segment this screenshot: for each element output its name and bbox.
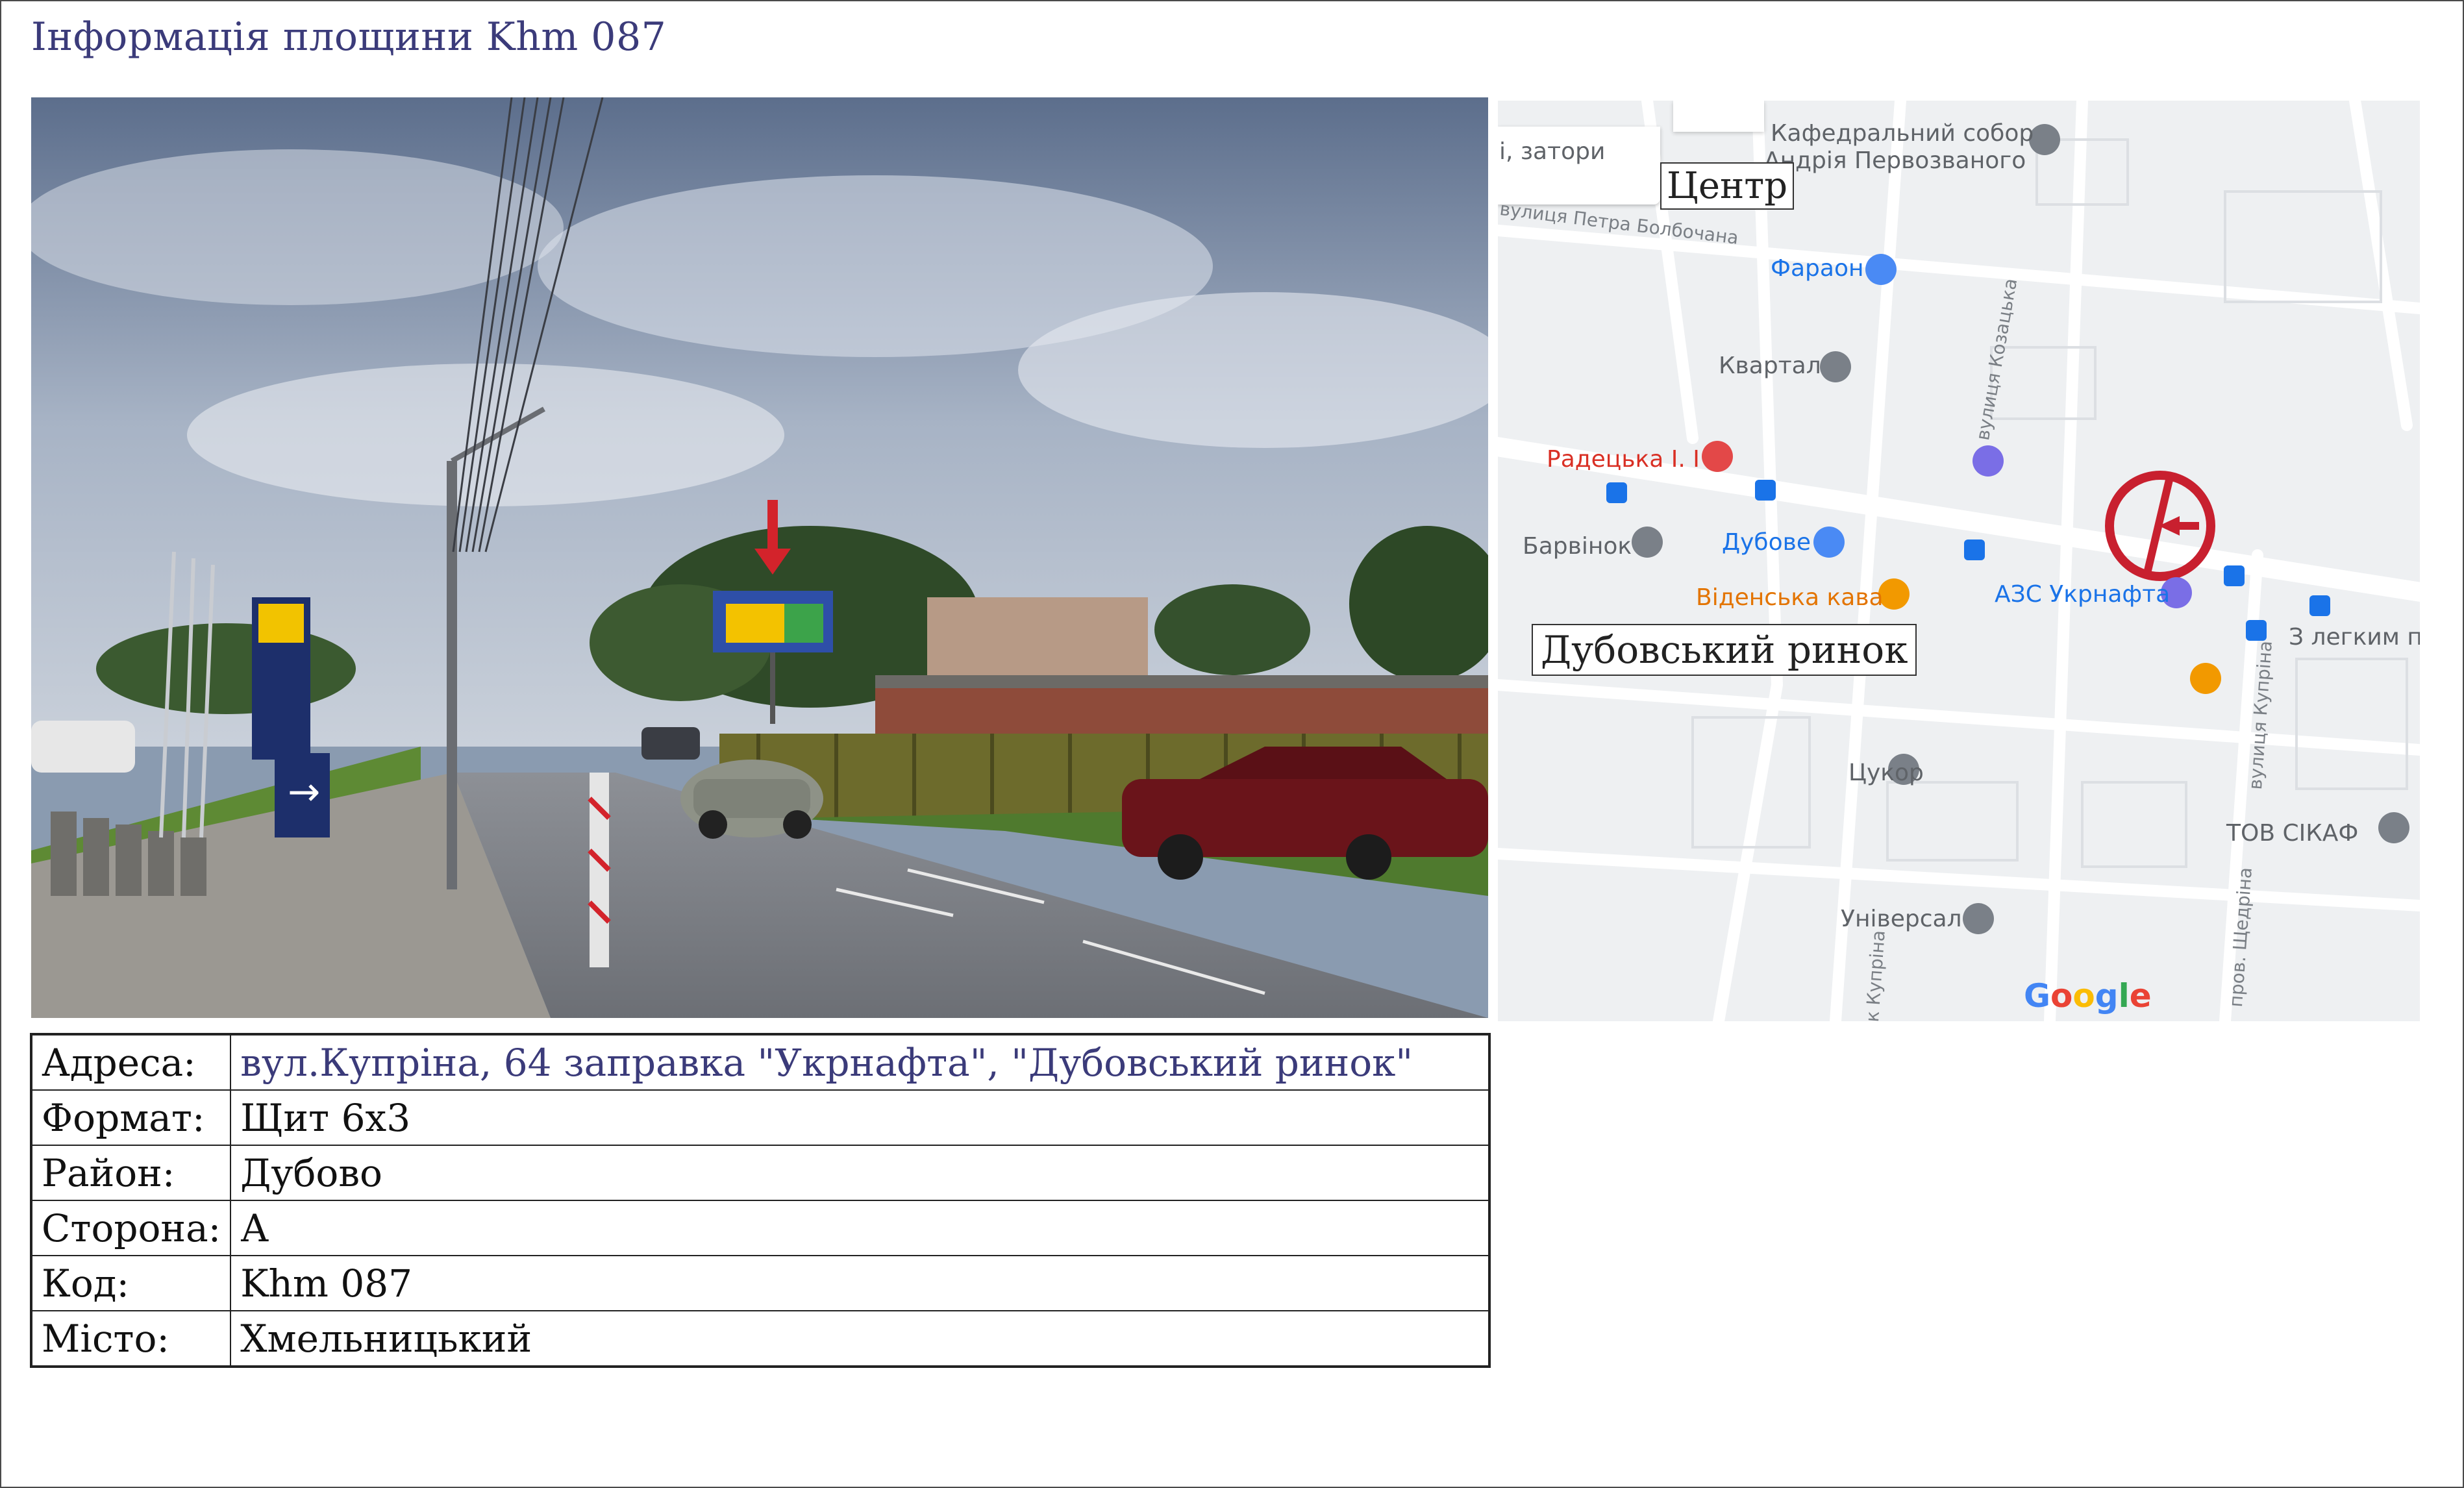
- place-label: Фараон: [1771, 255, 1864, 282]
- place-label: АЗС Укрнафта: [1995, 581, 2171, 608]
- place-label: Андрія Первозваного: [1764, 147, 2026, 174]
- row-key: Формат:: [30, 1089, 232, 1146]
- place-label: ТОВ СІКАФ: [2226, 820, 2359, 847]
- google-logo: Google: [2024, 977, 2152, 1015]
- row-value-district: Дубово: [230, 1145, 1490, 1201]
- row-value-city: Хмельницький: [230, 1310, 1490, 1367]
- place-label: Радецька І. І: [1547, 446, 1700, 473]
- table-row: Район: Дубово: [30, 1145, 1490, 1201]
- row-key: Район:: [30, 1145, 232, 1201]
- table-row: Формат: Щит 6х3: [30, 1089, 1490, 1146]
- row-key: Місто:: [30, 1310, 232, 1367]
- row-key: Код:: [30, 1255, 232, 1311]
- place-label: З легким па: [2289, 624, 2420, 651]
- svg-text:→: →: [288, 769, 320, 815]
- map-control-box[interactable]: [1673, 101, 1764, 132]
- table-row: Код: Khm 087: [30, 1255, 1490, 1311]
- location-map[interactable]: і, затори Кафедральний собор Андрія Перв…: [1498, 101, 2420, 1021]
- row-value-side: А: [230, 1200, 1490, 1256]
- place-label: Кафедральний собор: [1771, 120, 2034, 147]
- place-label: Віденська кава: [1696, 584, 1884, 611]
- table-row: Адреса: вул.Купріна, 64 заправка "Укрнаф…: [30, 1034, 1490, 1091]
- billboard-photo: →: [31, 97, 1488, 1018]
- table-row: Сторона: А: [30, 1200, 1490, 1256]
- place-label: Дубове: [1722, 529, 1811, 556]
- row-value-address: вул.Купріна, 64 заправка "Укрнафта", "Ду…: [230, 1034, 1490, 1091]
- place-label: Цукор: [1848, 760, 1924, 786]
- page-title: Інформація площини Khm 087: [31, 14, 667, 60]
- row-key: Адреса:: [30, 1034, 232, 1091]
- info-table: Адреса: вул.Купріна, 64 заправка "Укрнаф…: [30, 1033, 1491, 1368]
- traffic-label: і, затори: [1499, 138, 1606, 165]
- place-label: Універсал: [1841, 906, 1962, 932]
- market-label: Дубовський ринок: [1532, 624, 1917, 676]
- table-row: Місто: Хмельницький: [30, 1310, 1490, 1367]
- map-roads: [1498, 101, 2420, 1021]
- place-label: Квартал: [1719, 353, 1821, 379]
- center-label: Центр: [1660, 162, 1795, 210]
- row-value-code: Khm 087: [230, 1255, 1490, 1311]
- row-key: Сторона:: [30, 1200, 232, 1256]
- place-label: Барвінок: [1523, 533, 1632, 560]
- row-value-format: Щит 6х3: [230, 1089, 1490, 1146]
